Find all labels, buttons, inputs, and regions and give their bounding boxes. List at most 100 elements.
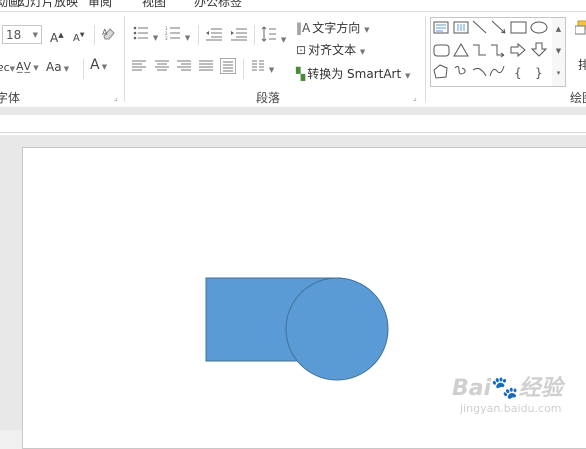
- ribbon: 18 ▼ A▲ A▼ A ɐc▼ A̲V̲ ▼ Aa ▼ A ▼ 字体 ⌟ ▼ …: [0, 11, 586, 108]
- columns-button[interactable]: ▼: [251, 60, 274, 78]
- separator: [198, 25, 199, 45]
- rectangle-shape-icon: [510, 21, 527, 34]
- columns-icon: [252, 60, 264, 71]
- av-spacing-icon: A̲V̲: [16, 60, 32, 73]
- convert-smartart-button[interactable]: ▚ 转换为 SmartArt ▼: [296, 66, 410, 84]
- align-right-button[interactable]: [176, 60, 192, 76]
- bullets-button[interactable]: ▼: [133, 26, 158, 46]
- line-spacing-button[interactable]: ▼: [261, 26, 286, 48]
- group-divider: [425, 16, 426, 102]
- right-brace-shape-icon: }: [535, 66, 543, 80]
- aa-case-icon: Aa: [46, 60, 62, 74]
- group-divider: [124, 16, 125, 102]
- font-size-select[interactable]: 18 ▼: [2, 25, 42, 44]
- shapes-gallery-grid: { }: [433, 20, 548, 80]
- paw-icon: 🐾: [491, 376, 519, 401]
- font-size-value: 18: [6, 28, 22, 42]
- justify-icon: [199, 60, 213, 71]
- watermark-brand-cn: 经验: [518, 376, 563, 401]
- align-left-icon: [132, 60, 146, 71]
- align-text-button[interactable]: ⊡ 对齐文本 ▼: [296, 42, 365, 60]
- menu-office-tab[interactable]: 办公标签: [194, 0, 242, 10]
- separator: [254, 25, 255, 45]
- scroll-down-icon[interactable]: ▼: [552, 40, 565, 62]
- bullets-icon: [133, 26, 148, 40]
- arc-shape-icon: [472, 68, 487, 77]
- separator: [94, 25, 95, 45]
- increase-font-icon: A▲: [50, 31, 64, 45]
- down-arrow-shape-icon: [530, 42, 548, 57]
- increase-indent-button[interactable]: [230, 27, 248, 45]
- justify-button[interactable]: [198, 60, 214, 76]
- menubar: 动画 幻灯片放映 审阅 视图 办公标签: [0, 0, 586, 11]
- oval-shape-icon: [530, 21, 548, 34]
- watermark-brand-text: Bai: [452, 376, 492, 401]
- left-brace-shape-icon: {: [514, 66, 522, 80]
- eraser-icon: A: [102, 28, 115, 40]
- arrange-button[interactable]: 排: [574, 20, 586, 80]
- numbering-button[interactable]: 123 ▼: [165, 26, 190, 46]
- char-spacing-button[interactable]: A̲V̲ ▼: [16, 58, 39, 76]
- separator: [83, 59, 84, 79]
- smartart-icon: ▚: [296, 67, 306, 81]
- arrange-label: 排: [578, 56, 586, 73]
- shapes-gallery-scroll: ▲ ▼ ▾: [552, 17, 566, 87]
- font-dialog-launcher-icon[interactable]: ⌟: [114, 94, 121, 102]
- menu-view[interactable]: 视图: [142, 0, 166, 10]
- char-spacing-left-button[interactable]: ɐc▼: [0, 60, 15, 77]
- paragraph-dialog-launcher-icon[interactable]: ⌟: [413, 94, 420, 102]
- distributed-button[interactable]: [220, 58, 236, 78]
- clear-formatting-button[interactable]: A: [101, 26, 117, 46]
- scribble-shape-icon: [454, 65, 466, 75]
- distributed-icon: [220, 58, 236, 74]
- font-color-icon: A: [90, 57, 100, 73]
- paragraph-group-label: 段落: [256, 91, 281, 105]
- align-center-icon: [155, 60, 169, 71]
- circle-shape[interactable]: [285, 277, 389, 381]
- decrease-indent-button[interactable]: [205, 27, 223, 45]
- rounded-rectangle-shape-icon: [433, 44, 450, 57]
- text-direction-button[interactable]: ‖A 文字方向 ▼: [296, 20, 369, 38]
- numbering-icon: 123: [165, 26, 180, 41]
- font-color-button[interactable]: A ▼: [90, 57, 107, 75]
- menu-review[interactable]: 审阅: [88, 0, 112, 10]
- elbow-arrow-connector-shape-icon: [491, 44, 505, 58]
- triangle-shape-icon: [453, 43, 469, 57]
- drawing-group-label: 绘图: [570, 91, 586, 105]
- align-right-icon: [177, 60, 191, 71]
- arrange-icon: [574, 20, 586, 35]
- shapes-gallery[interactable]: { }: [430, 17, 554, 87]
- watermark-brand: Bai🐾经验: [452, 370, 563, 402]
- decrease-font-icon: A▼: [73, 32, 85, 45]
- chevron-down-icon: ▼: [32, 31, 38, 39]
- right-arrow-shape-icon: [510, 42, 526, 58]
- convert-smartart-label: 转换为 SmartArt: [307, 67, 402, 81]
- scroll-up-icon[interactable]: ▲: [552, 18, 565, 40]
- increase-font-size-button[interactable]: A▲: [50, 27, 64, 46]
- text-direction-icon: ‖A: [296, 21, 311, 35]
- freeform-shape-icon: [433, 64, 448, 79]
- svg-text:A: A: [102, 28, 108, 37]
- gallery-more-icon[interactable]: ▾: [552, 62, 565, 84]
- align-text-label: 对齐文本: [308, 43, 357, 57]
- text-direction-label: 文字方向: [312, 21, 361, 35]
- svg-text:3: 3: [165, 36, 168, 40]
- curve-shape-icon: [489, 65, 505, 77]
- align-text-icon: ⊡: [296, 43, 307, 57]
- elbow-connector-shape-icon: [473, 44, 486, 56]
- menu-animations[interactable]: 动画: [0, 0, 20, 10]
- abc-icon: ɐc: [0, 61, 10, 74]
- arrow-line-shape-icon: [491, 20, 506, 34]
- align-left-button[interactable]: [131, 60, 147, 76]
- watermark-url: jingyan.baidu.com: [460, 402, 562, 415]
- line-spacing-icon: [261, 26, 276, 42]
- line-shape-icon: [472, 20, 487, 34]
- menu-slideshow[interactable]: 幻灯片放映: [18, 0, 78, 10]
- align-center-button[interactable]: [154, 60, 170, 76]
- decrease-font-size-button[interactable]: A▼: [73, 28, 84, 47]
- font-group-label: 字体: [0, 91, 21, 105]
- increase-indent-icon: [231, 28, 247, 41]
- change-case-button[interactable]: Aa ▼: [46, 59, 69, 77]
- ruler-divider: [0, 132, 586, 133]
- separator: [243, 59, 244, 79]
